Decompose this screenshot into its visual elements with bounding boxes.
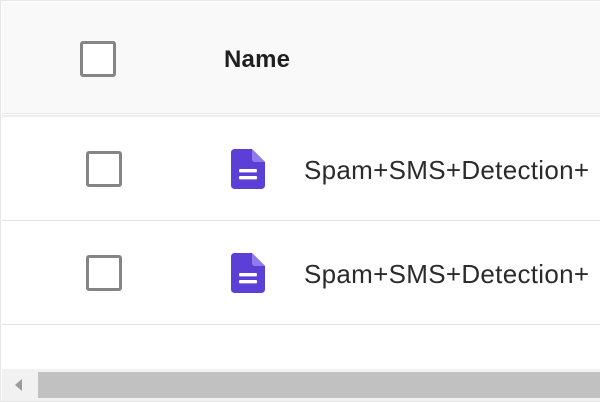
document-icon (231, 253, 265, 293)
file-name[interactable]: Spam+SMS+Detection+ (304, 259, 589, 290)
document-icon (231, 149, 265, 189)
horizontal-scrollbar[interactable] (2, 369, 600, 401)
file-name[interactable]: Spam+SMS+Detection+ (304, 155, 589, 186)
row-checkbox[interactable] (86, 151, 122, 187)
table-row[interactable]: Spam+SMS+Detection+ (2, 117, 600, 221)
table-row[interactable]: Spam+SMS+Detection+ (2, 221, 600, 325)
scroll-left-button[interactable] (2, 369, 36, 401)
select-all-checkbox[interactable] (80, 41, 116, 77)
scrollbar-thumb[interactable] (38, 372, 600, 398)
table-header: Name (2, 2, 600, 114)
column-header-name[interactable]: Name (224, 46, 290, 74)
chevron-left-icon (15, 379, 22, 391)
row-checkbox[interactable] (86, 255, 122, 291)
file-list-panel: Name Spam+SMS+Detection+ Spam+SMS+Detect… (0, 0, 600, 402)
